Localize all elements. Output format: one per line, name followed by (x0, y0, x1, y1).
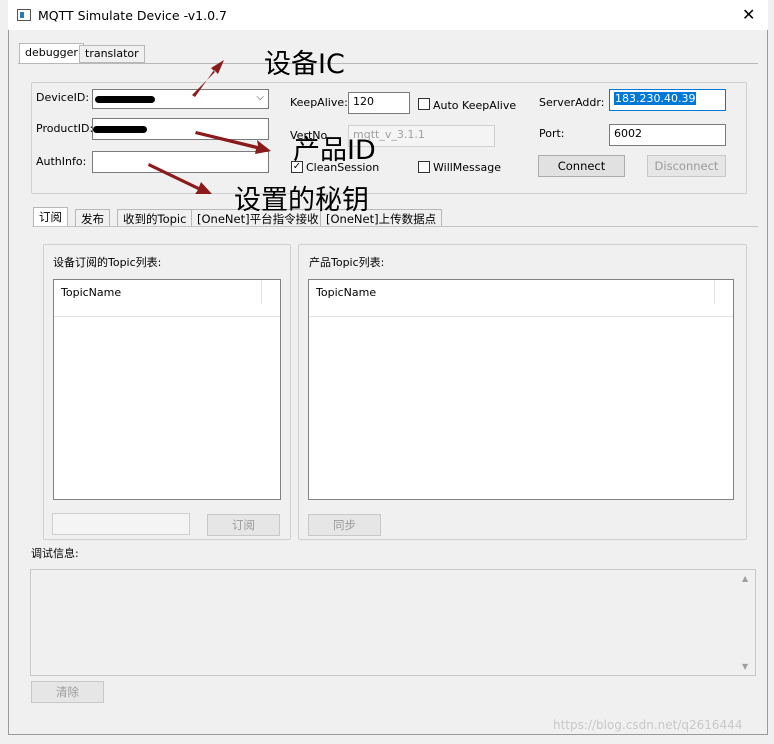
annotation-arrows (148, 60, 271, 194)
annotation-secret-key: 设置的秘钥 (234, 185, 369, 216)
arrow-secret-key (148, 163, 212, 194)
annotation-device-ic: 设备IC (264, 49, 345, 80)
arrow-product-id (195, 131, 271, 154)
arrow-device-ic (192, 60, 224, 97)
annotation-product-id: 产品ID (293, 135, 376, 166)
